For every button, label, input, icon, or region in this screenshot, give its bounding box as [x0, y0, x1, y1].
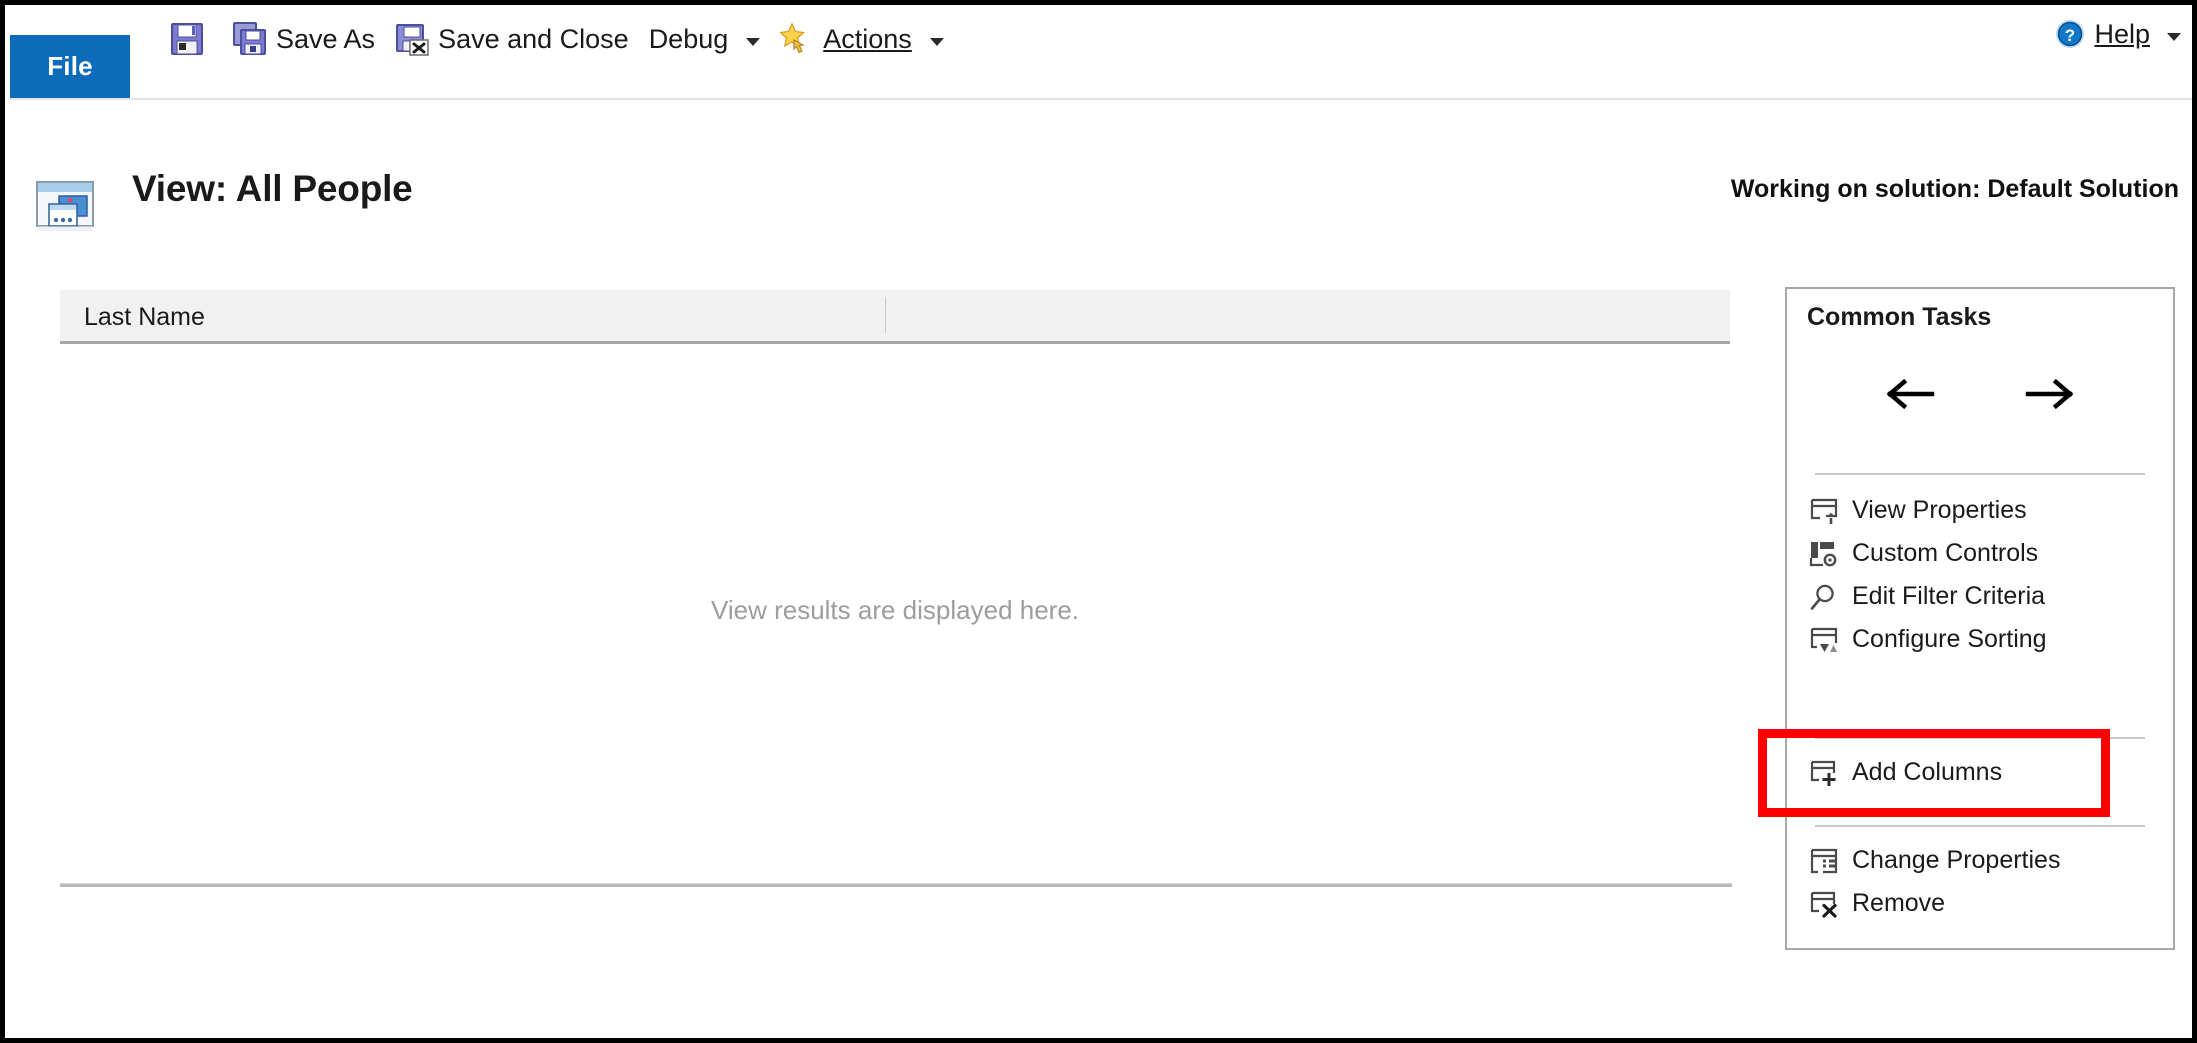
change-properties-icon [1809, 846, 1839, 876]
file-tab[interactable]: File [10, 35, 130, 98]
page-header: View: All People Working on solution: De… [10, 100, 2192, 270]
task-label: Remove [1852, 889, 1946, 917]
task-label: View Properties [1852, 496, 2027, 524]
remove-column-icon [1809, 889, 1839, 919]
common-tasks-group-primary: View Properties Custom Controls Edit Fil… [1787, 489, 2173, 661]
save-button[interactable] [160, 16, 223, 62]
save-as-button-label: Save As [276, 23, 376, 54]
view-properties-icon [1809, 496, 1839, 526]
chevron-down-icon [746, 37, 761, 46]
column-move-arrows [1787, 371, 2173, 417]
file-tab-label: File [47, 51, 93, 81]
command-bar: File Save As Save and Close Debug Action… [10, 5, 2192, 98]
help-accesskey: Help [2094, 18, 2150, 49]
svg-text:?: ? [2065, 26, 2075, 45]
task-label: Configure Sorting [1852, 625, 2047, 653]
task-remove[interactable]: Remove [1787, 882, 2173, 925]
actions-menu-label: Actions [823, 23, 912, 54]
task-label: Custom Controls [1852, 539, 2039, 567]
move-column-left-button[interactable] [1879, 371, 1941, 417]
debug-menu-button[interactable]: Debug [639, 16, 771, 62]
page-title: View: All People [132, 168, 413, 209]
debug-menu-label: Debug [648, 23, 729, 54]
task-change-properties[interactable]: Change Properties [1787, 839, 2173, 882]
view-window-icon [35, 178, 97, 236]
grid-column-header-last-name[interactable]: Last Name [84, 303, 205, 332]
grid-empty-message: View results are displayed here. [710, 595, 1080, 625]
task-custom-controls[interactable]: Custom Controls [1787, 532, 2173, 575]
task-label: Change Properties [1852, 846, 2061, 874]
task-view-properties[interactable]: View Properties [1787, 489, 2173, 532]
arrow-right-icon [2025, 378, 2074, 410]
magnifier-icon [1809, 582, 1839, 612]
save-and-close-icon [395, 22, 429, 56]
chevron-down-icon [929, 37, 944, 46]
save-as-icon [233, 22, 267, 56]
view-grid-header: Last Name [60, 290, 1730, 344]
common-tasks-group-columns: Add Columns [1787, 751, 2173, 794]
save-icon [170, 22, 204, 56]
panel-divider-2 [1815, 737, 2145, 739]
sort-icon [1809, 625, 1839, 655]
help-question-icon: ? [2054, 18, 2086, 50]
chevron-down-icon [2167, 32, 2181, 41]
common-tasks-title: Common Tasks [1807, 303, 1992, 331]
task-edit-filter-criteria[interactable]: Edit Filter Criteria [1787, 575, 2173, 618]
save-and-close-button[interactable]: Save and Close [385, 16, 639, 62]
actions-menu-button[interactable]: Actions [770, 16, 954, 62]
solution-context-label: Working on solution: Default Solution [1730, 175, 2179, 203]
task-label: Edit Filter Criteria [1852, 582, 2046, 610]
help-menu-label: Help [2094, 18, 2150, 49]
column-resize-handle[interactable] [885, 297, 886, 333]
save-as-button[interactable]: Save As [223, 16, 385, 62]
task-configure-sorting[interactable]: Configure Sorting [1787, 618, 2173, 661]
command-bar-buttons: Save As Save and Close Debug Actions [160, 11, 954, 67]
panel-divider-3 [1815, 825, 2145, 827]
help-menu-button[interactable]: ? Help [2054, 11, 2181, 57]
actions-star-icon [779, 22, 814, 56]
actions-accesskey: Actions [823, 23, 912, 54]
save-and-close-button-label: Save and Close [438, 23, 629, 54]
grid-bottom-divider [60, 883, 1732, 887]
app-window: File Save As Save and Close Debug Action… [0, 0, 2197, 1043]
add-columns-icon [1809, 758, 1839, 788]
task-add-columns[interactable]: Add Columns [1787, 751, 2173, 794]
custom-controls-icon [1809, 539, 1839, 569]
arrow-left-icon [1886, 378, 1935, 410]
common-tasks-group-secondary: Change Properties Remove [1787, 839, 2173, 925]
common-tasks-panel: Common Tasks View Properties Custom Cont… [1785, 287, 2175, 950]
move-column-right-button[interactable] [2019, 371, 2081, 417]
task-label: Add Columns [1852, 758, 2003, 786]
panel-divider-1 [1815, 473, 2145, 475]
